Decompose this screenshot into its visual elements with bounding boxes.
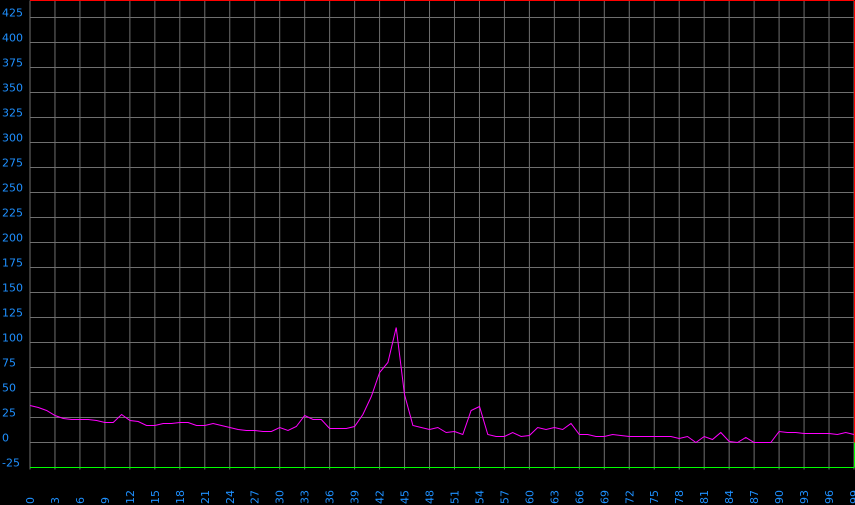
x-tick-label: 81	[698, 490, 711, 504]
y-tick-label: 325	[2, 107, 23, 120]
x-tick-label: 18	[174, 490, 187, 504]
y-tick-label: 50	[2, 382, 16, 395]
x-tick-label: 0	[24, 497, 37, 504]
y-tick-label: 100	[2, 332, 23, 345]
x-tick-label: 15	[149, 490, 162, 504]
y-tick-label: 300	[2, 132, 23, 145]
x-tick-label: 54	[473, 490, 486, 504]
x-tick-label: 30	[274, 490, 287, 504]
y-tick-label: 425	[2, 7, 23, 20]
x-tick-label: 90	[773, 490, 786, 504]
y-tick-label: 275	[2, 157, 23, 170]
y-tick-label: 350	[2, 82, 23, 95]
y-tick-label: 200	[2, 232, 23, 245]
x-tick-label: 87	[748, 490, 761, 504]
x-tick-label: 9	[99, 497, 112, 504]
y-tick-label: 400	[2, 32, 23, 45]
x-tick-label: 21	[199, 490, 212, 504]
x-tick-label: 96	[823, 490, 836, 504]
x-tick-label: 66	[573, 490, 586, 504]
x-tick-label: 33	[299, 490, 312, 504]
x-tick-label: 51	[448, 490, 461, 504]
x-tick-label: 84	[723, 490, 736, 504]
x-tick-label: 78	[673, 490, 686, 504]
y-tick-label: 150	[2, 282, 23, 295]
x-tick-label: 39	[349, 490, 362, 504]
line-chart: -250255075100125150175200225250275300325…	[0, 0, 855, 505]
y-tick-label: -25	[2, 457, 20, 470]
x-tick-label: 72	[623, 490, 636, 504]
x-tick-label: 99	[848, 490, 855, 504]
x-tick-label: 69	[598, 490, 611, 504]
y-tick-label: 125	[2, 307, 23, 320]
x-tick-label: 36	[324, 490, 337, 504]
x-tick-label: 57	[498, 490, 511, 504]
y-tick-label: 75	[2, 357, 16, 370]
y-tick-label: 225	[2, 207, 23, 220]
x-tick-label: 24	[224, 490, 237, 504]
y-tick-label: 175	[2, 257, 23, 270]
y-tick-label: 375	[2, 57, 23, 70]
x-tick-label: 48	[424, 490, 437, 504]
y-tick-label: 250	[2, 182, 23, 195]
x-tick-label: 27	[249, 490, 262, 504]
x-tick-label: 45	[399, 490, 412, 504]
x-tick-label: 42	[374, 490, 387, 504]
x-tick-label: 63	[548, 490, 561, 504]
x-tick-label: 6	[74, 497, 87, 504]
y-tick-label: 25	[2, 407, 16, 420]
x-tick-label: 12	[124, 490, 137, 504]
y-tick-label: 0	[2, 432, 9, 445]
x-tick-label: 93	[798, 490, 811, 504]
x-tick-label: 60	[523, 490, 536, 504]
x-tick-label: 3	[49, 497, 62, 504]
x-tick-label: 75	[648, 490, 661, 504]
